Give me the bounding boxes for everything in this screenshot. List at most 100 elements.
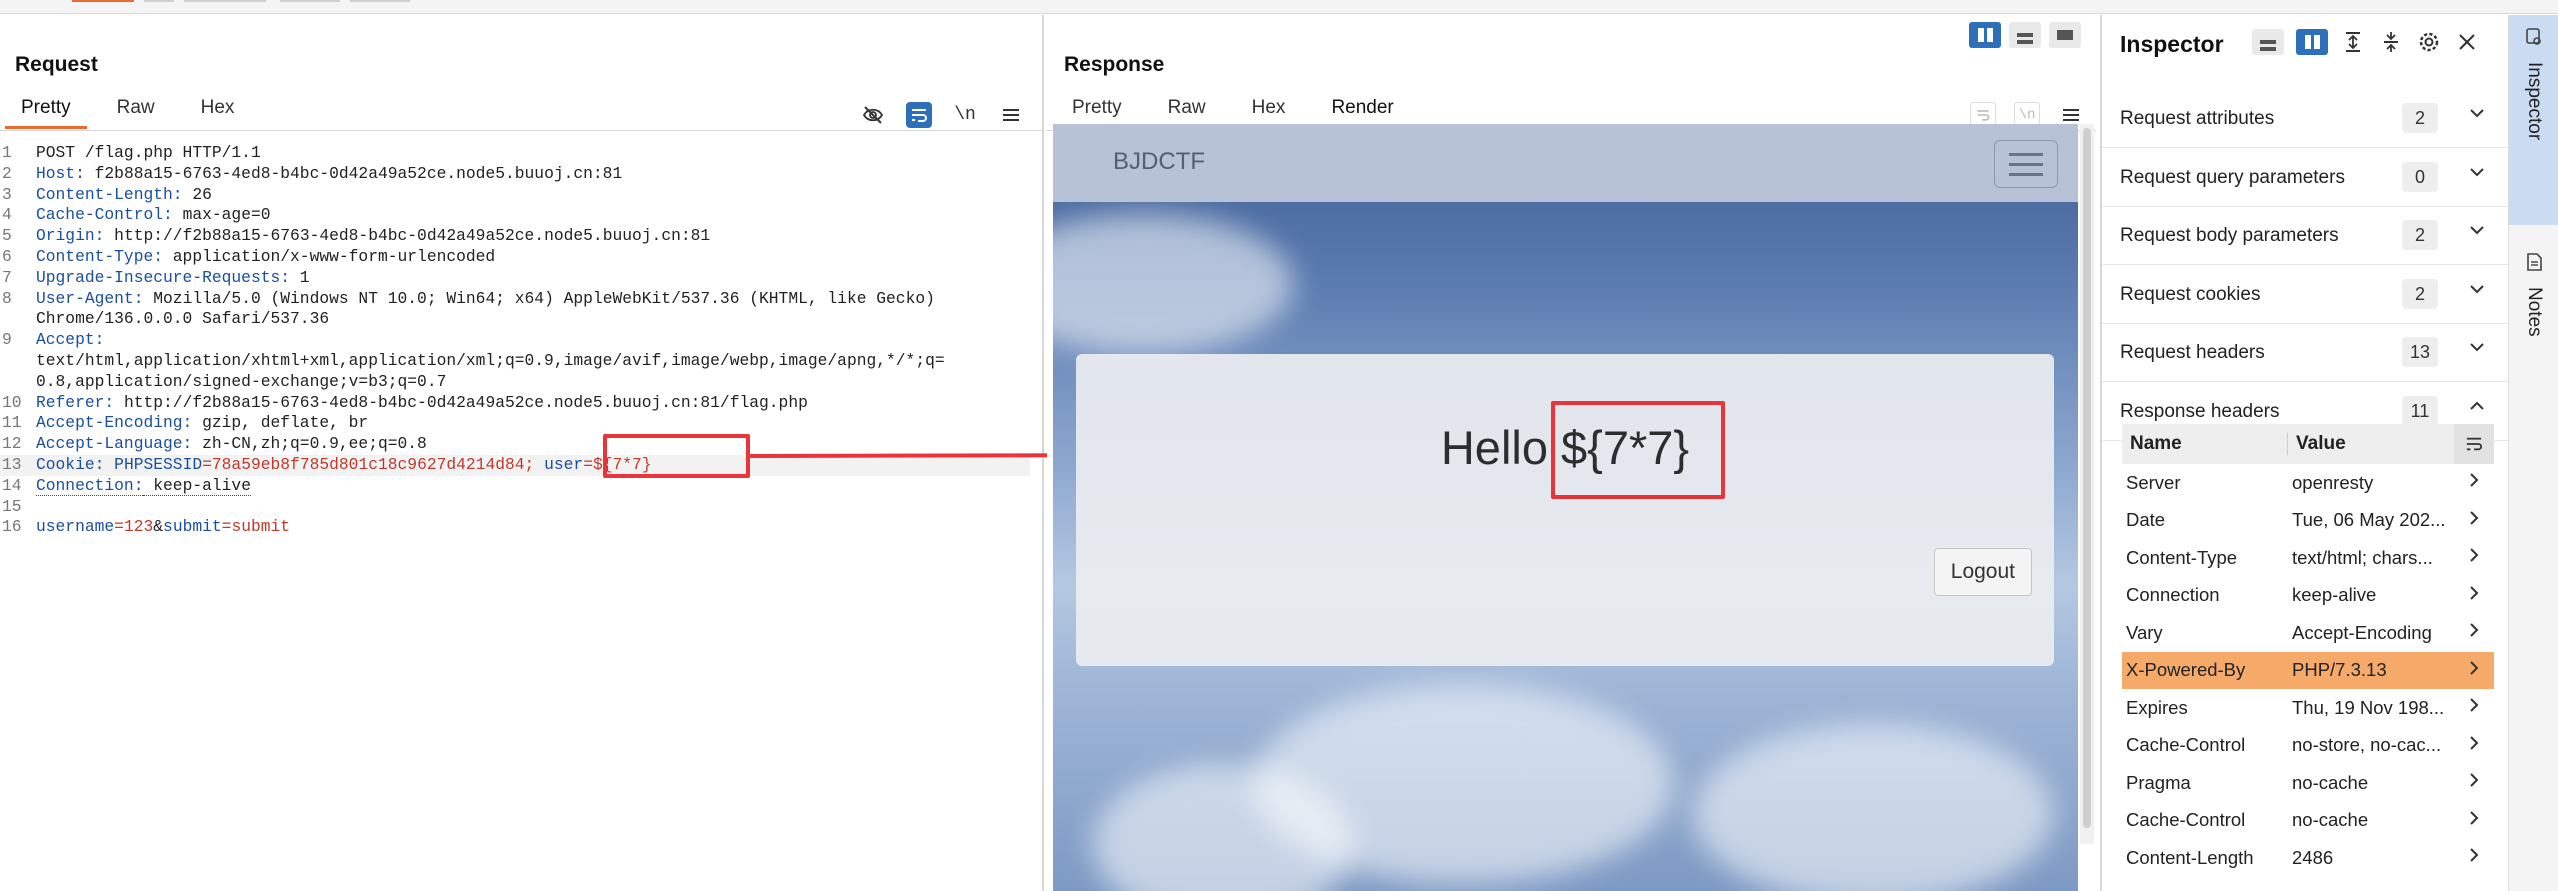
code-line[interactable]: Chrome/136.0.0.0 Safari/537.36 (0, 309, 1030, 330)
code-line[interactable]: 1 POST /flag.php HTTP/1.1 (0, 143, 1030, 164)
code-line[interactable]: 10 Referer: http://f2b88a15-6763-4ed8-b4b… (0, 393, 1030, 414)
toolbar-button-edge[interactable] (280, 0, 340, 2)
code-line-body[interactable]: 16 username=123&submit=submit (0, 517, 1030, 538)
chevron-down-icon[interactable] (2468, 221, 2486, 245)
layout-icon[interactable] (2009, 22, 2041, 48)
chevron-down-icon[interactable] (2468, 163, 2486, 187)
line-content: Accept: (36, 330, 104, 351)
inspector-section[interactable]: Request query parameters 0 (2102, 149, 2508, 207)
code-line[interactable]: 0.8,application/signed-exchange;v=b3;q=0… (0, 372, 1030, 393)
toolbar-button-edge[interactable] (184, 0, 266, 2)
chevron-right-icon[interactable] (2454, 846, 2494, 869)
tab-raw[interactable]: Raw (101, 89, 171, 129)
table-row[interactable]: Cache-Control no-store, no-cac... (2122, 727, 2494, 765)
chevron-right-icon[interactable] (2454, 659, 2494, 682)
inspector-section[interactable]: Request attributes 2 (2102, 90, 2508, 148)
header-name: Pragma (2126, 771, 2191, 793)
column-value[interactable]: Value (2288, 433, 2454, 455)
chevron-right-icon[interactable] (2454, 471, 2494, 494)
code-line[interactable]: 8 User-Agent: Mozilla/5.0 (Windows NT 10.… (0, 289, 1030, 310)
hello-prefix: Hello (1440, 421, 1562, 474)
table-row[interactable]: Content-Length 2486 (2122, 839, 2494, 877)
rendered-page: BJDCTF Hello ${7*7} Logout (1053, 124, 2078, 891)
code-line[interactable]: 4 Cache-Control: max-age=0 (0, 205, 1030, 226)
code-line[interactable]: 6 Content-Type: application/x-www-form-ur… (0, 247, 1030, 268)
chevron-right-icon[interactable] (2454, 621, 2494, 644)
tab-hex[interactable]: Hex (1236, 89, 1302, 129)
section-count-badge: 11 (2402, 395, 2438, 426)
layout-icon[interactable] (1969, 22, 2001, 48)
chevron-down-icon[interactable] (2468, 338, 2486, 362)
table-row[interactable]: Vary Accept-Encoding (2122, 614, 2494, 652)
tab-pretty[interactable]: Pretty (5, 89, 87, 129)
hide-icon[interactable] (860, 102, 886, 128)
response-scrollbar[interactable] (2080, 124, 2094, 844)
send-button-edge[interactable] (72, 0, 134, 2)
code-line[interactable]: 7 Upgrade-Insecure-Requests: 1 (0, 268, 1030, 289)
param-name: submit (163, 517, 222, 537)
section-label: Request cookies (2120, 283, 2261, 305)
header-value: 0.8,application/signed-exchange;v=b3;q=0… (36, 371, 447, 391)
layout-icon[interactable] (2252, 29, 2284, 55)
tab-hex[interactable]: Hex (185, 89, 251, 129)
wrap-icon[interactable] (2454, 424, 2494, 464)
table-row[interactable]: Expires Thu, 19 Nov 198... (2122, 689, 2494, 727)
hamburger-icon[interactable] (1994, 140, 2058, 188)
layout-icon[interactable] (2296, 29, 2328, 55)
code-line[interactable]: 5 Origin: http://f2b88a15-6763-4ed8-b4bc-… (0, 226, 1030, 247)
code-line[interactable]: text/html,application/xhtml+xml,applicat… (0, 351, 1030, 372)
table-row[interactable]: Content-Type text/html; chars... (2122, 539, 2494, 577)
header-name: X-Powered-By (2126, 659, 2246, 681)
chevron-right-icon[interactable] (2454, 734, 2494, 757)
chevron-right-icon[interactable] (2454, 696, 2494, 719)
column-name[interactable]: Name (2122, 433, 2288, 455)
toolbar-button-edge[interactable] (144, 0, 174, 2)
code-line[interactable]: 9 Accept: (0, 330, 1030, 351)
header-key: User-Agent: (36, 288, 144, 308)
toolbar-button-edge[interactable] (350, 0, 410, 2)
chevron-right-icon[interactable] (2454, 809, 2494, 832)
chevron-right-icon[interactable] (2454, 509, 2494, 532)
rail-tab-inspector[interactable]: Inspector (2509, 15, 2558, 225)
inspector-section[interactable]: Request cookies 2 (2102, 266, 2508, 324)
tab-pretty[interactable]: Pretty (1056, 89, 1138, 129)
code-line[interactable]: 11 Accept-Encoding: gzip, deflate, br (0, 413, 1030, 434)
chevron-up-icon[interactable] (2468, 397, 2486, 421)
code-line[interactable]: 2 Host: f2b88a15-6763-4ed8-b4bc-0d42a49a5… (0, 164, 1030, 185)
close-icon[interactable] (2454, 29, 2480, 55)
chevron-right-icon[interactable] (2454, 584, 2494, 607)
scrollbar-thumb[interactable] (2083, 128, 2091, 828)
table-row[interactable]: Server openresty (2122, 464, 2494, 502)
chevron-down-icon[interactable] (2468, 280, 2486, 304)
layout-icon[interactable] (2049, 22, 2081, 48)
settings-icon[interactable] (2416, 29, 2442, 55)
chevron-down-icon[interactable] (2468, 104, 2486, 128)
table-row[interactable]: Pragma no-cache (2122, 764, 2494, 802)
table-row[interactable]: Connection keep-alive (2122, 577, 2494, 615)
table-row[interactable]: Cache-Control no-cache (2122, 802, 2494, 840)
inspector-section[interactable]: Request body parameters 2 (2102, 207, 2508, 265)
newline-icon[interactable]: \n (952, 102, 978, 128)
expand-all-icon[interactable] (2340, 29, 2366, 55)
table-row[interactable]: Date Tue, 06 May 202... (2122, 502, 2494, 540)
tab-raw[interactable]: Raw (1152, 89, 1222, 129)
code-line[interactable]: 15 (0, 497, 1030, 518)
header-value: Chrome/136.0.0.0 Safari/537.36 (36, 309, 330, 329)
site-brand[interactable]: BJDCTF (1113, 148, 1205, 176)
logout-button[interactable]: Logout (1933, 548, 2032, 596)
background-cloud (1693, 724, 2053, 891)
request-editor[interactable]: 1 POST /flag.php HTTP/1.1 2 Host: f2b88a15-… (0, 143, 1030, 538)
inspector-section[interactable]: Request headers 13 (2102, 324, 2508, 382)
tab-render[interactable]: Render (1315, 89, 1410, 129)
chevron-right-icon[interactable] (2454, 546, 2494, 569)
collapse-all-icon[interactable] (2378, 29, 2404, 55)
wrap-icon[interactable] (906, 102, 932, 128)
code-line[interactable]: 14 Connection: keep-alive (0, 475, 1030, 497)
rail-tab-notes[interactable]: Notes (2509, 240, 2558, 390)
code-line[interactable]: 3 Content-Length: 26 (0, 185, 1030, 206)
menu-icon[interactable] (998, 102, 1024, 128)
annotation-box-request (603, 434, 750, 478)
header-name: Expires (2126, 696, 2188, 718)
table-row[interactable]: X-Powered-By PHP/7.3.13 (2122, 651, 2494, 689)
chevron-right-icon[interactable] (2454, 771, 2494, 794)
